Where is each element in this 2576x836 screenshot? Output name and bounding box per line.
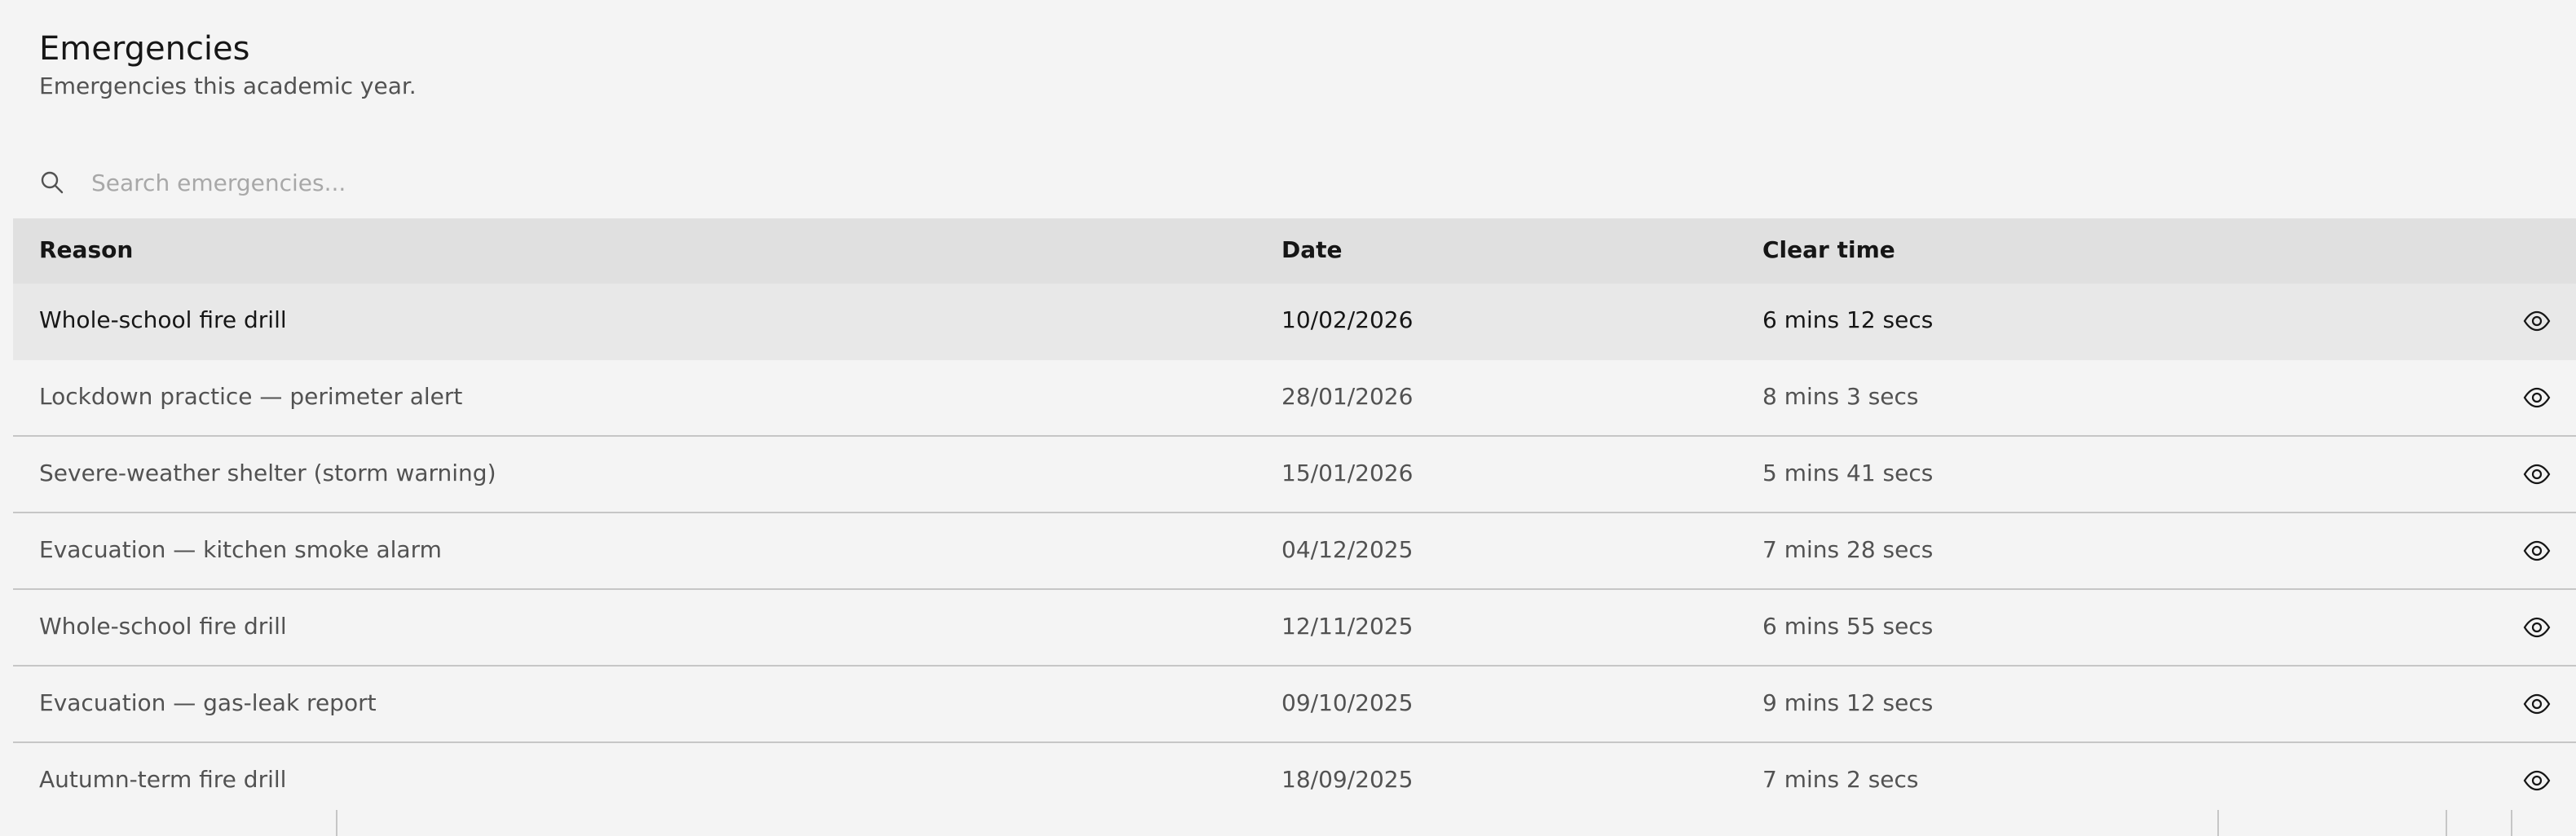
eye-icon <box>2523 464 2551 485</box>
view-button[interactable] <box>2522 383 2552 412</box>
emergencies-page: Emergencies Emergencies this academic ye… <box>0 0 2576 836</box>
eye-icon <box>2523 387 2551 408</box>
cell-reason: Evacuation — gas-leak report <box>39 689 377 716</box>
cell-date: 04/12/2025 <box>1281 536 1414 563</box>
pagination-divider <box>336 810 337 836</box>
cell-date: 12/11/2025 <box>1281 613 1414 640</box>
cell-date: 09/10/2025 <box>1281 689 1414 716</box>
eye-icon <box>2523 770 2551 791</box>
pagination-divider <box>2446 810 2447 836</box>
cell-clear-time: 6 mins 55 secs <box>1762 613 1934 640</box>
table-row[interactable]: Autumn-term fire drill 18/09/2025 7 mins… <box>13 743 2576 820</box>
table-row[interactable]: Evacuation — kitchen smoke alarm 04/12/2… <box>13 513 2576 590</box>
view-button[interactable] <box>2522 613 2552 642</box>
column-header-clear-time[interactable]: Clear time <box>1762 236 1895 263</box>
table-row[interactable]: Whole-school fire drill 12/11/2025 6 min… <box>13 590 2576 667</box>
table-row[interactable]: Evacuation — gas-leak report 09/10/2025 … <box>13 667 2576 743</box>
view-button[interactable] <box>2522 306 2552 336</box>
cell-clear-time: 7 mins 2 secs <box>1762 766 1919 793</box>
cell-reason: Autumn-term fire drill <box>39 766 287 793</box>
table-header: Reason Date Clear time <box>13 218 2576 284</box>
cell-reason: Whole-school fire drill <box>39 613 287 640</box>
page-header: Emergencies Emergencies this academic ye… <box>39 28 417 101</box>
column-header-reason[interactable]: Reason <box>39 236 133 263</box>
view-button[interactable] <box>2522 766 2552 795</box>
cell-clear-time: 9 mins 12 secs <box>1762 689 1934 716</box>
cell-clear-time: 8 mins 3 secs <box>1762 383 1919 410</box>
page-subtitle: Emergencies this academic year. <box>39 73 417 99</box>
cell-clear-time: 7 mins 28 secs <box>1762 536 1934 563</box>
cell-reason: Lockdown practice — perimeter alert <box>39 383 463 410</box>
cell-clear-time: 6 mins 12 secs <box>1762 306 1934 333</box>
pagination-divider <box>2511 810 2512 836</box>
page-title: Emergencies <box>39 30 250 68</box>
cell-reason: Whole-school fire drill <box>39 306 287 333</box>
column-header-date[interactable]: Date <box>1281 236 1343 263</box>
search-input[interactable] <box>90 157 2375 208</box>
search-icon <box>41 171 64 194</box>
cell-date: 10/02/2026 <box>1281 306 1414 333</box>
eye-icon <box>2523 310 2551 332</box>
eye-icon <box>2523 617 2551 638</box>
view-button[interactable] <box>2522 689 2552 719</box>
search-bar <box>13 147 2576 218</box>
cell-clear-time: 5 mins 41 secs <box>1762 460 1934 486</box>
eye-icon <box>2523 540 2551 561</box>
table-row[interactable]: Whole-school fire drill 10/02/2026 6 min… <box>13 284 2576 360</box>
view-button[interactable] <box>2522 460 2552 489</box>
pagination-bar <box>13 810 2576 836</box>
cell-reason: Severe-weather shelter (storm warning) <box>39 460 496 486</box>
view-button[interactable] <box>2522 536 2552 565</box>
table-row[interactable]: Lockdown practice — perimeter alert 28/0… <box>13 360 2576 437</box>
cell-date: 28/01/2026 <box>1281 383 1414 410</box>
eye-icon <box>2523 693 2551 715</box>
pagination-divider <box>2217 810 2219 836</box>
cell-reason: Evacuation — kitchen smoke alarm <box>39 536 442 563</box>
table-row[interactable]: Severe-weather shelter (storm warning) 1… <box>13 437 2576 513</box>
cell-date: 15/01/2026 <box>1281 460 1414 486</box>
emergencies-table: Reason Date Clear time Whole-school fire… <box>13 218 2576 820</box>
cell-date: 18/09/2025 <box>1281 766 1414 793</box>
